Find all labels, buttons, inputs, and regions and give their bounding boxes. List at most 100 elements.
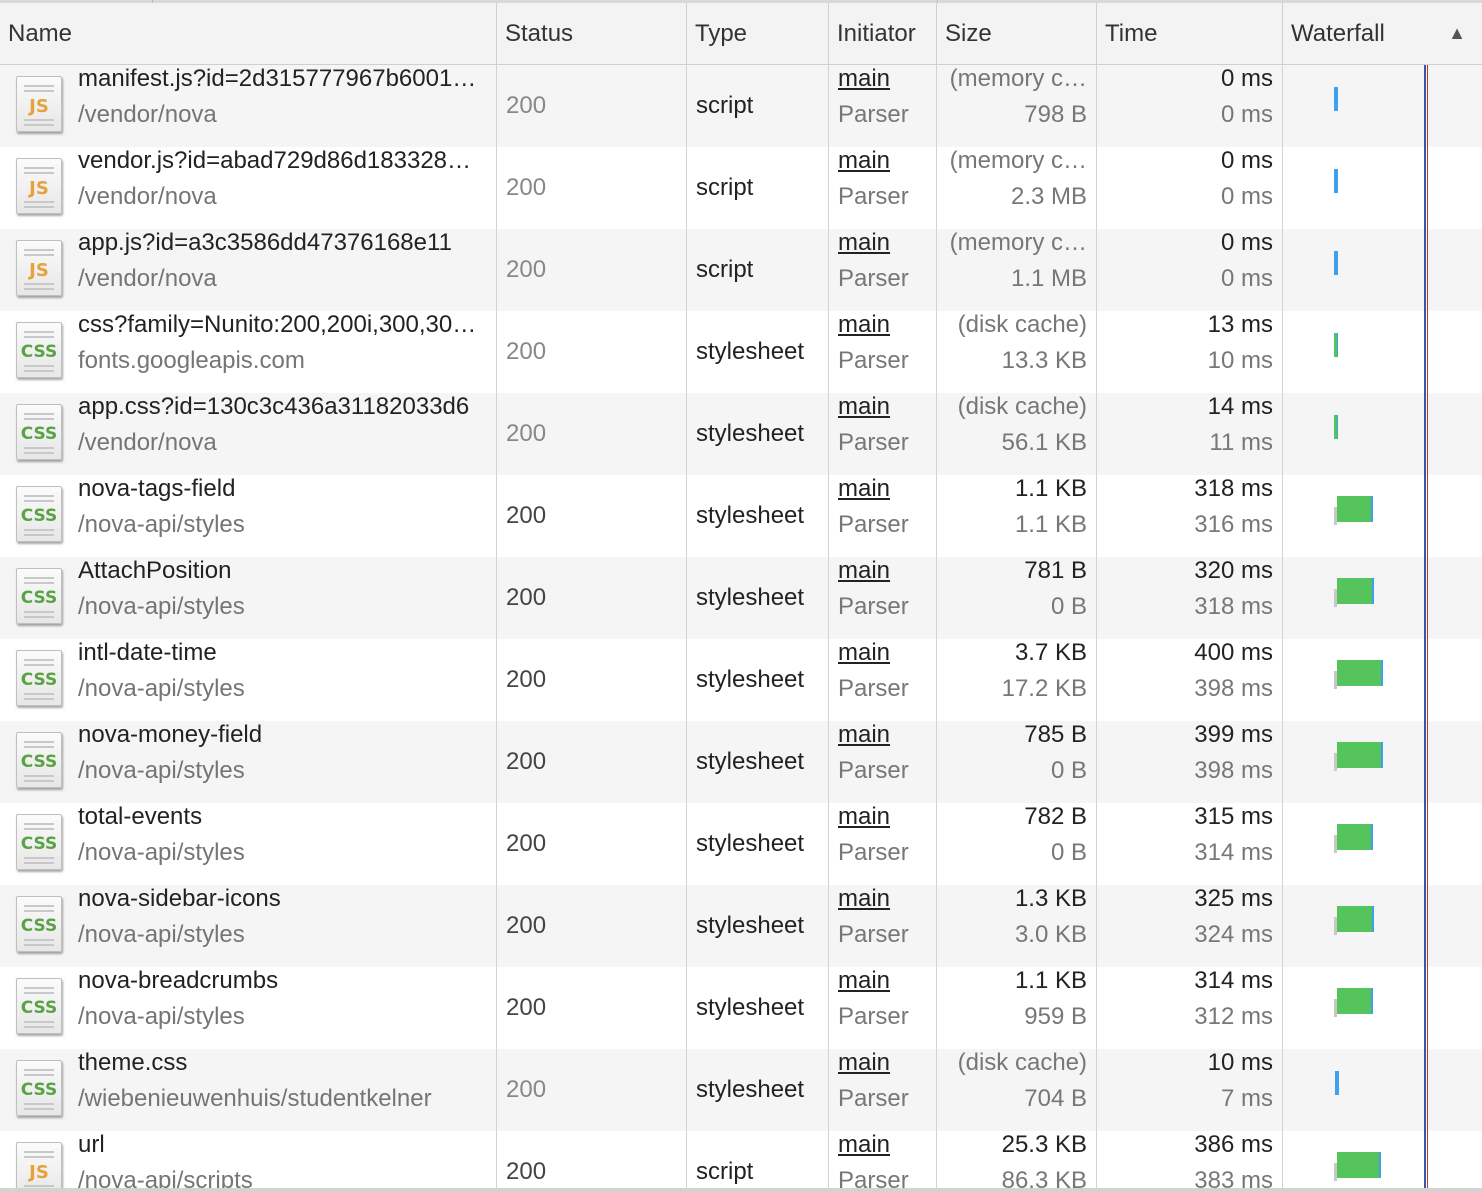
initiator-link[interactable]: main (838, 475, 890, 503)
name-cell[interactable]: CSS nova-money-field/nova-api/styles (0, 721, 497, 803)
column-header-type[interactable]: Type (687, 3, 829, 64)
waterfall-bar[interactable] (1337, 742, 1381, 768)
table-row[interactable]: JS vendor.js?id=abad729d86d183328… /vendor… (0, 147, 1482, 229)
waterfall-cell[interactable] (1283, 803, 1482, 885)
waterfall-cell[interactable] (1283, 311, 1482, 393)
request-name[interactable]: url (78, 1131, 483, 1161)
status-cell: 200 (506, 584, 547, 611)
waterfall-cell[interactable] (1283, 1049, 1482, 1131)
waterfall-bar[interactable] (1334, 169, 1338, 193)
column-header-time[interactable]: Time (1097, 3, 1283, 64)
table-row[interactable]: CSS css?family=Nunito:200,200i,300,30… fon… (0, 311, 1482, 393)
table-row[interactable]: CSS nova-tags-field/nova-api/styles 200 sty… (0, 475, 1482, 557)
request-name[interactable]: theme.css (78, 1049, 483, 1079)
name-cell[interactable]: JS vendor.js?id=abad729d86d183328… /vendor… (0, 147, 497, 229)
size-cell: (disk cache) 704 B (937, 1049, 1097, 1131)
waterfall-bar[interactable] (1337, 988, 1371, 1014)
table-row[interactable]: CSS nova-money-field/nova-api/styles 200 st… (0, 721, 1482, 803)
waterfall-cell[interactable] (1283, 65, 1482, 147)
initiator-cell: main Parser (829, 721, 937, 803)
waterfall-bar[interactable] (1337, 578, 1372, 604)
column-header-initiator[interactable]: Initiator (829, 3, 937, 64)
table-row[interactable]: CSS nova-sidebar-icons/nova-api/styles 200… (0, 885, 1482, 967)
initiator-link[interactable]: main (838, 311, 890, 339)
name-cell[interactable]: CSS nova-breadcrumbs/nova-api/styles (0, 967, 497, 1049)
initiator-link[interactable]: main (838, 721, 890, 749)
name-cell[interactable]: CSS app.css?id=130c3c436a31182033d6/vendo… (0, 393, 497, 475)
waterfall-cell[interactable] (1283, 885, 1482, 967)
waterfall-cell[interactable] (1283, 721, 1482, 803)
request-name[interactable]: nova-money-field (78, 721, 483, 751)
name-cell[interactable]: CSS total-events/nova-api/styles (0, 803, 497, 885)
request-name[interactable]: css?family=Nunito:200,200i,300,30… (78, 311, 483, 341)
waterfall-cell[interactable] (1283, 147, 1482, 229)
waterfall-cell[interactable] (1283, 393, 1482, 475)
table-row[interactable]: JS url/nova-api/scripts 200 script main Parse… (0, 1131, 1482, 1192)
waterfall-cell[interactable] (1283, 1131, 1482, 1192)
request-name[interactable]: vendor.js?id=abad729d86d183328… (78, 147, 483, 177)
table-row[interactable]: CSS theme.css/wiebenieuwenhuis/studentkel… (0, 1049, 1482, 1131)
column-header-name[interactable]: Name (0, 3, 497, 64)
name-cell[interactable]: JS manifest.js?id=2d315777967b6001… /vendo… (0, 65, 497, 147)
request-name[interactable]: app.js?id=a3c3586dd47376168e11 (78, 229, 483, 259)
sort-ascending-icon[interactable]: ▲ (1448, 3, 1466, 64)
waterfall-bar[interactable] (1337, 496, 1371, 522)
name-cell[interactable]: CSS nova-tags-field/nova-api/styles (0, 475, 497, 557)
table-row[interactable]: JS manifest.js?id=2d315777967b6001… /vendo… (0, 65, 1482, 147)
icon-line (24, 331, 54, 333)
table-row[interactable]: CSS AttachPosition/nova-api/styles 200 styl… (0, 557, 1482, 639)
waterfall-bar[interactable] (1335, 1071, 1339, 1095)
transferred-size: (memory c… (949, 65, 1087, 92)
waterfall-cell[interactable] (1283, 229, 1482, 311)
name-cell[interactable]: CSS css?family=Nunito:200,200i,300,30… fon… (0, 311, 497, 393)
table-row[interactable]: JS app.js?id=a3c3586dd47376168e11/vendor/… (0, 229, 1482, 311)
table-row[interactable]: CSS intl-date-time/nova-api/styles 200 styl… (0, 639, 1482, 721)
waterfall-bar[interactable] (1337, 824, 1371, 850)
waterfall-bar[interactable] (1337, 906, 1372, 932)
request-name[interactable]: nova-sidebar-icons (78, 885, 483, 915)
initiator-link[interactable]: main (838, 229, 890, 257)
request-name[interactable]: AttachPosition (78, 557, 483, 587)
initiator-link[interactable]: main (838, 393, 890, 421)
request-name[interactable]: manifest.js?id=2d315777967b6001… (78, 65, 483, 95)
initiator-link[interactable]: main (838, 803, 890, 831)
name-cell[interactable]: CSS theme.css/wiebenieuwenhuis/studentkel… (0, 1049, 497, 1131)
name-cell[interactable]: CSS intl-date-time/nova-api/styles (0, 639, 497, 721)
initiator-link[interactable]: main (838, 557, 890, 585)
file-type-label: CSS (20, 752, 58, 772)
name-cell[interactable]: CSS AttachPosition/nova-api/styles (0, 557, 497, 639)
request-name[interactable]: app.css?id=130c3c436a31182033d6 (78, 393, 483, 423)
column-header-status[interactable]: Status (497, 3, 687, 64)
waterfall-cell[interactable] (1283, 475, 1482, 557)
waterfall-bar[interactable] (1334, 87, 1338, 111)
waterfall-bar[interactable] (1337, 660, 1381, 686)
waterfall-bar[interactable] (1334, 251, 1338, 275)
initiator-link[interactable]: main (838, 1049, 890, 1077)
latency-time: 314 ms (1194, 839, 1273, 866)
name-cell[interactable]: CSS nova-sidebar-icons/nova-api/styles (0, 885, 497, 967)
request-name[interactable]: nova-breadcrumbs (78, 967, 483, 997)
table-row[interactable]: CSS total-events/nova-api/styles 200 styles… (0, 803, 1482, 885)
column-header-waterfall[interactable]: Waterfall ▲ (1283, 3, 1482, 64)
waterfall-bar[interactable] (1337, 1152, 1379, 1178)
initiator-link[interactable]: main (838, 147, 890, 175)
waterfall-bar[interactable] (1334, 333, 1338, 357)
table-row[interactable]: CSS nova-breadcrumbs/nova-api/styles 200 st… (0, 967, 1482, 1049)
initiator-link[interactable]: main (838, 639, 890, 667)
waterfall-cell[interactable] (1283, 557, 1482, 639)
table-row[interactable]: CSS app.css?id=130c3c436a31182033d6/vendo… (0, 393, 1482, 475)
request-name[interactable]: total-events (78, 803, 483, 833)
waterfall-cell[interactable] (1283, 967, 1482, 1049)
waterfall-cell[interactable] (1283, 639, 1482, 721)
initiator-link[interactable]: main (838, 967, 890, 995)
initiator-link[interactable]: main (838, 65, 890, 93)
name-cell[interactable]: JS app.js?id=a3c3586dd47376168e11/vendor/… (0, 229, 497, 311)
waterfall-bar[interactable] (1334, 415, 1338, 439)
initiator-link[interactable]: main (838, 885, 890, 913)
column-header-size[interactable]: Size (937, 3, 1097, 64)
request-name[interactable]: intl-date-time (78, 639, 483, 669)
name-cell[interactable]: JS url/nova-api/scripts (0, 1131, 497, 1192)
dom-content-loaded-marker (1424, 65, 1426, 1192)
request-name[interactable]: nova-tags-field (78, 475, 483, 505)
initiator-link[interactable]: main (838, 1131, 890, 1159)
